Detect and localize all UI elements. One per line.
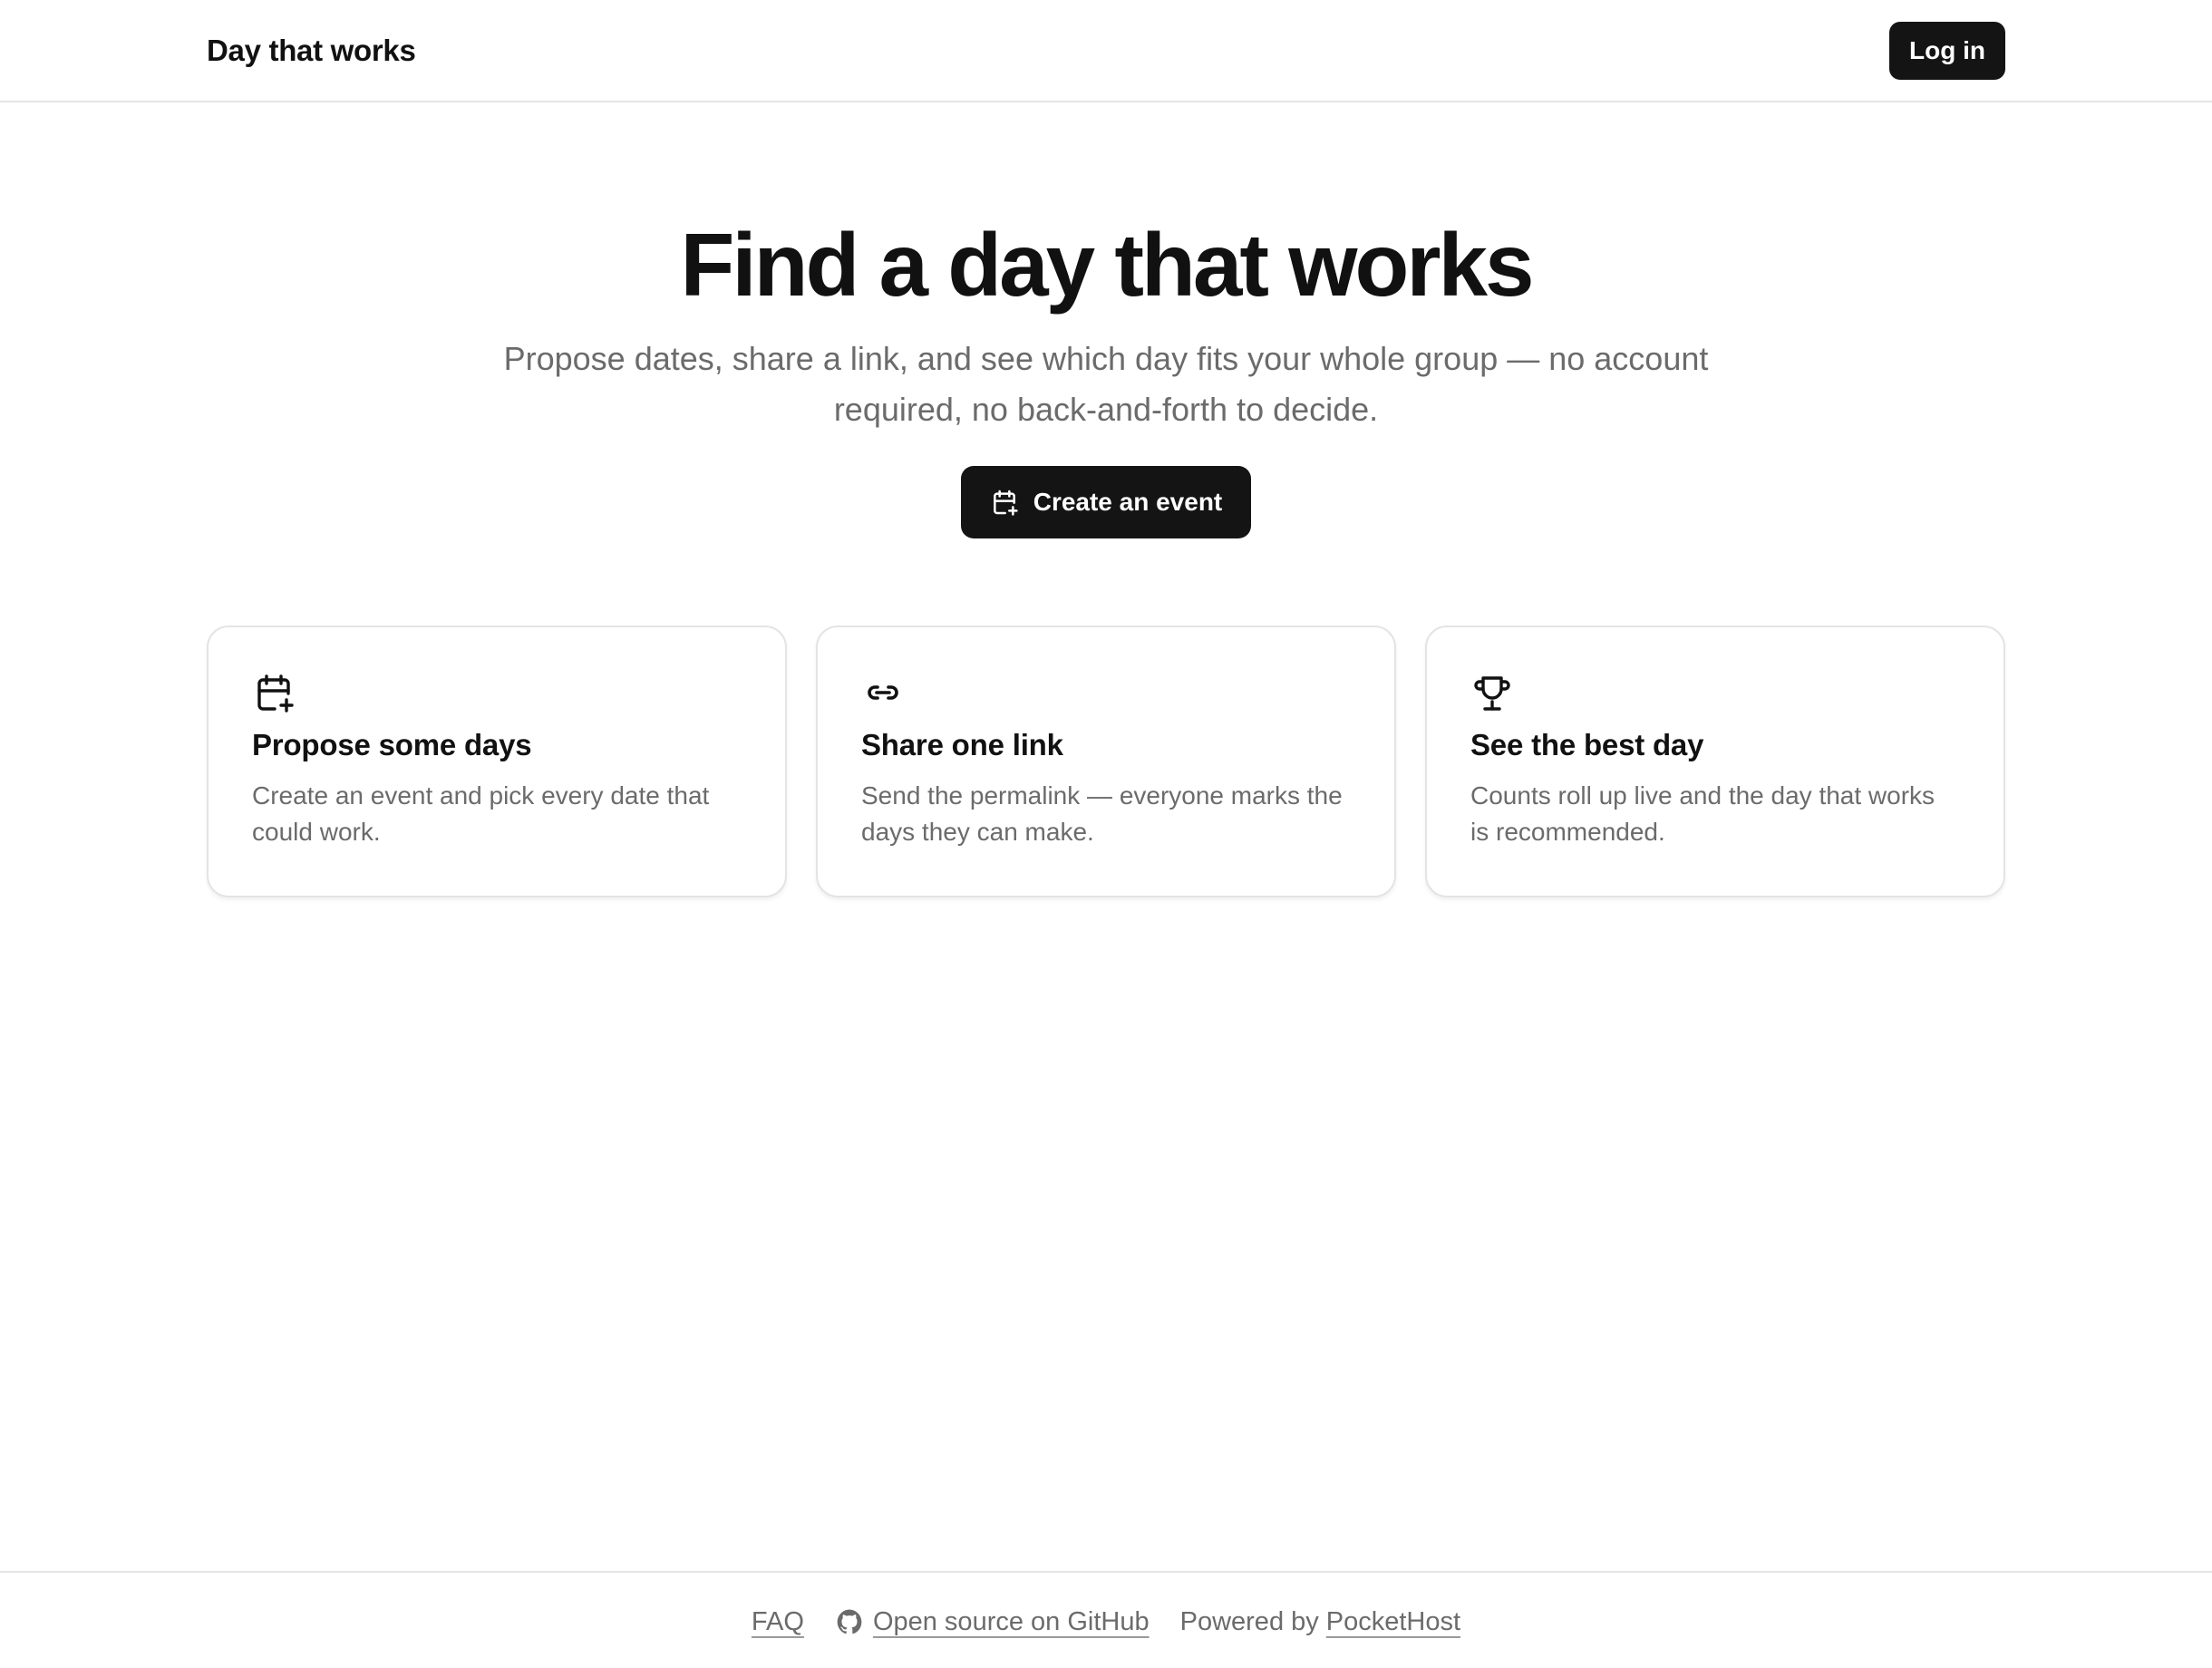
feature-title: Share one link xyxy=(861,728,1063,761)
feature-body: Send the permalink — everyone marks the … xyxy=(861,781,1343,846)
create-event-button[interactable]: Create an event xyxy=(961,466,1251,538)
feature-card-propose: Propose some days Create an event and pi… xyxy=(207,626,787,897)
hero-subtitle: Propose dates, share a link, and see whi… xyxy=(503,340,1709,428)
feature-title: See the best day xyxy=(1470,728,1704,761)
feature-body: Create an event and pick every date that… xyxy=(252,781,710,846)
powered-by-prefix: Powered by xyxy=(1179,1606,1319,1636)
github-link-group: Open source on GitHub xyxy=(835,1607,1150,1637)
trophy-icon xyxy=(1470,671,1514,714)
pockethost-link[interactable]: PocketHost xyxy=(1326,1607,1460,1637)
site-header: Day that works Log in xyxy=(0,0,2212,102)
calendar-plus-icon xyxy=(252,671,296,714)
create-event-label: Create an event xyxy=(1033,488,1223,516)
calendar-plus-icon xyxy=(990,488,1019,517)
feature-body: Counts roll up live and the day that wor… xyxy=(1470,781,1936,846)
github-icon xyxy=(835,1607,864,1636)
page-title: Find a day that works xyxy=(680,215,1535,315)
link-icon xyxy=(861,671,905,714)
feature-card-share: Share one link Send the permalink — ever… xyxy=(816,626,1396,897)
feature-card-best-day: See the best day Counts roll up live and… xyxy=(1425,626,2005,897)
brand-link[interactable]: Day that works xyxy=(207,29,416,73)
github-link[interactable]: Open source on GitHub xyxy=(873,1607,1150,1637)
powered-by: Powered by PocketHost xyxy=(1180,1607,1460,1637)
footer-links: FAQ Open source on GitHub Powered by Poc… xyxy=(0,1604,2212,1640)
feature-title: Propose some days xyxy=(252,728,532,761)
site-footer: FAQ Open source on GitHub Powered by Poc… xyxy=(0,1571,2212,1668)
login-button[interactable]: Log in xyxy=(1889,22,2005,80)
faq-link[interactable]: FAQ xyxy=(752,1607,804,1637)
